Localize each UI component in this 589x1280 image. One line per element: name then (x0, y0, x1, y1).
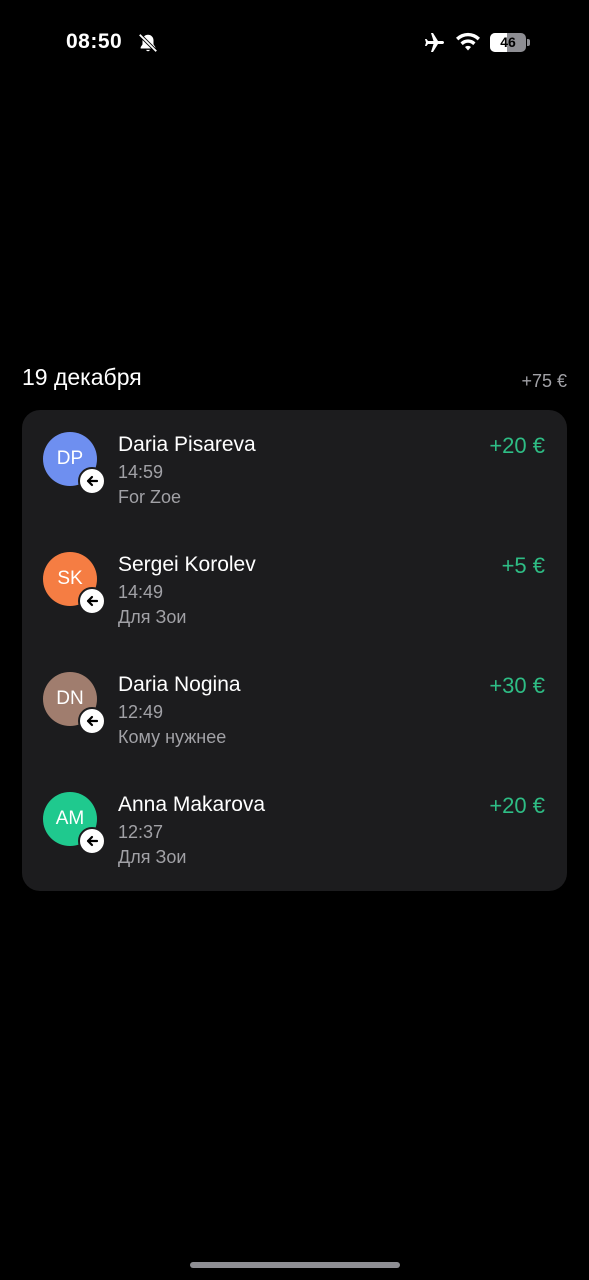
transaction-time: 12:37 (118, 822, 164, 842)
airplane-icon (425, 33, 444, 52)
transaction-row[interactable]: DP Daria Pisareva 14:59 For Zoe +20 € (22, 410, 567, 520)
battery-icon: 46 (490, 33, 530, 52)
battery-body: 46 (490, 33, 526, 52)
sender-name: Daria Pisareva (118, 433, 256, 456)
bell-slash-icon (138, 33, 158, 53)
status-time: 08:50 (66, 30, 123, 53)
date-total: +75 € (521, 371, 567, 391)
transaction-row[interactable]: DN Daria Nogina 12:49 Кому нужнее +30 € (22, 650, 567, 760)
date-title: 19 декабря (22, 364, 142, 390)
incoming-arrow-icon (78, 827, 106, 855)
transaction-comment: Для Зои (118, 847, 187, 867)
battery-tip (527, 39, 530, 46)
home-indicator[interactable] (190, 1262, 400, 1268)
incoming-arrow-icon (78, 707, 106, 735)
transaction-comment: For Zoe (118, 487, 182, 507)
transactions-card: DP Daria Pisareva 14:59 For Zoe +20 € SK… (22, 410, 567, 891)
transaction-comment: Кому нужнее (118, 727, 227, 747)
wifi-icon (456, 32, 480, 51)
transaction-comment: Для Зои (118, 607, 187, 627)
sender-name: Daria Nogina (118, 673, 241, 696)
incoming-arrow-icon (78, 467, 106, 495)
transaction-amount: +20 € (489, 793, 545, 818)
transaction-time: 14:49 (118, 582, 164, 602)
incoming-arrow-icon (78, 587, 106, 615)
date-group-header: 19 декабря +75 € (22, 364, 567, 398)
transaction-amount: +30 € (489, 673, 545, 698)
transaction-row[interactable]: SK Sergei Korolev 14:49 Для Зои +5 € (22, 530, 567, 640)
transaction-amount: +5 € (501, 553, 545, 578)
transaction-time: 14:59 (118, 462, 164, 482)
sender-name: Sergei Korolev (118, 553, 256, 576)
transaction-time: 12:49 (118, 702, 164, 722)
sender-name: Anna Makarova (118, 793, 266, 816)
battery-level: 46 (500, 34, 516, 50)
transaction-amount: +20 € (489, 433, 545, 458)
transaction-row[interactable]: AM Anna Makarova 12:37 Для Зои +20 € (22, 770, 567, 880)
status-bar: 08:50 46 (0, 0, 589, 88)
